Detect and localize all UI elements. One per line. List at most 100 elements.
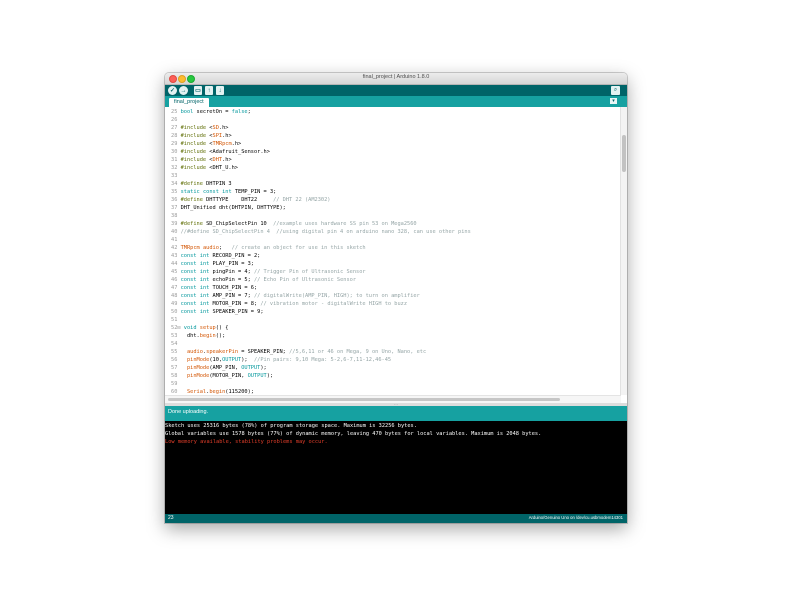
code-token: RECORD_PIN = 2; (209, 253, 261, 259)
code-line: 32 #include <DHT_U.h> (171, 164, 238, 172)
line-number: 40 (171, 229, 178, 235)
code-token: //Pin pairs: 9,10 Mega: 5-2,6-7,11-12,46… (253, 357, 392, 363)
code-token: int (199, 285, 210, 291)
code-token: ; (247, 109, 251, 115)
code-token: setup (199, 325, 216, 331)
code-token: <Adafruit_Sensor.h> (206, 149, 270, 155)
code-token: MOTOR_PIN = 8; (209, 301, 261, 307)
title-bar[interactable]: final_project | Arduino 1.8.0 (165, 73, 627, 85)
code-token: echoPin = 5; (209, 277, 254, 283)
line-number: 42 (171, 245, 178, 251)
console-line: Global variables use 1578 bytes (77%) of… (165, 431, 542, 437)
code-token: #include (180, 125, 207, 131)
line-number: 27 (171, 125, 178, 131)
code-token: #include (180, 133, 207, 139)
code-line: 35 static const int TEMP_PIN = 3; (171, 188, 276, 196)
horizontal-scroll-thumb[interactable] (168, 398, 560, 401)
code-token: TEMP_PIN = 3; (231, 189, 277, 195)
code-line: 48 const int AMP_PIN = 7; // digitalWrit… (171, 292, 420, 300)
arrow-right-icon: → (180, 87, 187, 94)
tab-menu-button[interactable]: ▾ (610, 98, 617, 104)
code-line: 43 const int RECORD_PIN = 2; (171, 252, 260, 260)
code-line: 29 #include <TMRpcm.h> (171, 140, 241, 148)
code-token: OUTPUT (222, 357, 242, 363)
code-line: 56 pinMode(10,OUTPUT); //Pin pairs: 9,10… (171, 356, 391, 364)
console-warning: Low memory available, stability problems… (165, 439, 328, 445)
line-number: 26 (171, 117, 178, 123)
code-line: 26 (171, 116, 181, 124)
serial-monitor-button[interactable]: ⌕ (611, 86, 620, 95)
line-number: 48 (171, 293, 178, 299)
tab-final-project[interactable]: final_project (169, 98, 209, 107)
magnifier-icon: ⌕ (613, 87, 618, 93)
line-number: 45 (171, 269, 178, 275)
horizontal-scrollbar[interactable] (165, 395, 621, 403)
code-token: DHTTYPE DHT22 (202, 197, 274, 203)
toolbar: ✓ → ▭ ↑ ↓ ⌕ (165, 85, 627, 96)
code-token: audio (186, 349, 203, 355)
upload-button[interactable]: → (179, 86, 188, 95)
code-line: 34 #define DHTPIN 3 (171, 180, 232, 188)
code-line: 31 #include <DHT.h> (171, 156, 232, 164)
code-line: 53 dht.begin(); (171, 332, 225, 340)
code-token: .h> (231, 141, 242, 147)
code-token: #include (180, 149, 207, 155)
code-token: #define (180, 221, 203, 227)
code-token: #include (180, 141, 207, 147)
code-token: audio (202, 245, 219, 251)
code-token: (AMP_PIN, (209, 365, 242, 371)
code-token: // digitalWrite(AMP_PIN, HIGH); to turn … (253, 293, 420, 299)
arrow-down-icon: ↓ (218, 87, 222, 94)
line-number: 53 (171, 333, 178, 339)
vertical-scrollbar[interactable] (620, 107, 627, 395)
code-token: pinMode (186, 357, 210, 363)
line-number: 25 (171, 109, 178, 115)
vertical-scroll-thumb[interactable] (622, 135, 626, 172)
line-number: 31 (171, 157, 178, 163)
code-token: TMRpcm (180, 245, 200, 251)
code-token: const (180, 261, 197, 267)
code-token: // DHT 22 (AM2302) (273, 197, 331, 203)
code-token: .h> (222, 133, 232, 139)
save-sketch-button[interactable]: ↓ (216, 86, 224, 95)
code-token: () { (215, 325, 229, 331)
code-line: 44 const int PLAY_PIN = 3; (171, 260, 254, 268)
code-token: const (180, 293, 197, 299)
code-token: const (202, 189, 219, 195)
code-line: 59 (171, 380, 181, 388)
cursor-line-number: 23 (168, 515, 174, 521)
code-editor[interactable]: 25 bool secretOn = false; 26 27 #include … (165, 107, 627, 403)
code-token: // Echo Pin of Ultrasonic Sensor (253, 277, 357, 283)
line-number: 41 (171, 237, 178, 243)
line-number: 29 (171, 141, 178, 147)
code-token: //#define SD_ChipSelectPin 4 //using dig… (180, 229, 471, 235)
chevron-down-icon: ▾ (612, 98, 615, 104)
line-number: 43 (171, 253, 178, 259)
status-message: Done uploading. (168, 409, 209, 415)
code-line: 30 #include <Adafruit_Sensor.h> (171, 148, 270, 156)
code-token: int (199, 277, 210, 283)
code-line: 46 const int echoPin = 5; // Echo Pin of… (171, 276, 356, 284)
new-sketch-button[interactable]: ▭ (194, 86, 202, 95)
code-token: #include (180, 157, 207, 163)
code-token: int (199, 269, 210, 275)
board-port-info: Arduino/Genuino Uno on /dev/cu.usbmodem1… (528, 515, 623, 520)
code-token: //5,6,11 or 46 on Mega, 9 on Uno, Nano, … (289, 349, 427, 355)
verify-button[interactable]: ✓ (168, 86, 177, 95)
code-token: // vibration motor - digitalWrite HIGH t… (260, 301, 408, 307)
line-number: 50 (171, 309, 178, 315)
open-sketch-button[interactable]: ↑ (205, 86, 213, 95)
line-number: 56 (171, 357, 178, 363)
code-token: ; (218, 245, 232, 251)
line-number: 47 (171, 285, 178, 291)
code-token: // Trigger Pin of Ultrasonic Sensor (253, 269, 366, 275)
code-token: SPI (212, 133, 223, 139)
code-line: 51 (171, 316, 181, 324)
tab-bar: final_project ▾ (165, 96, 627, 107)
code-line: 45 const int pingPin = 4; // Trigger Pin… (171, 268, 366, 276)
footer-bar: 23 Arduino/Genuino Uno on /dev/cu.usbmod… (165, 514, 627, 523)
code-token: const (180, 309, 197, 315)
line-number: 33 (171, 173, 178, 179)
output-console[interactable]: Sketch uses 25316 bytes (78%) of program… (165, 421, 627, 514)
code-token: begin (199, 333, 216, 339)
